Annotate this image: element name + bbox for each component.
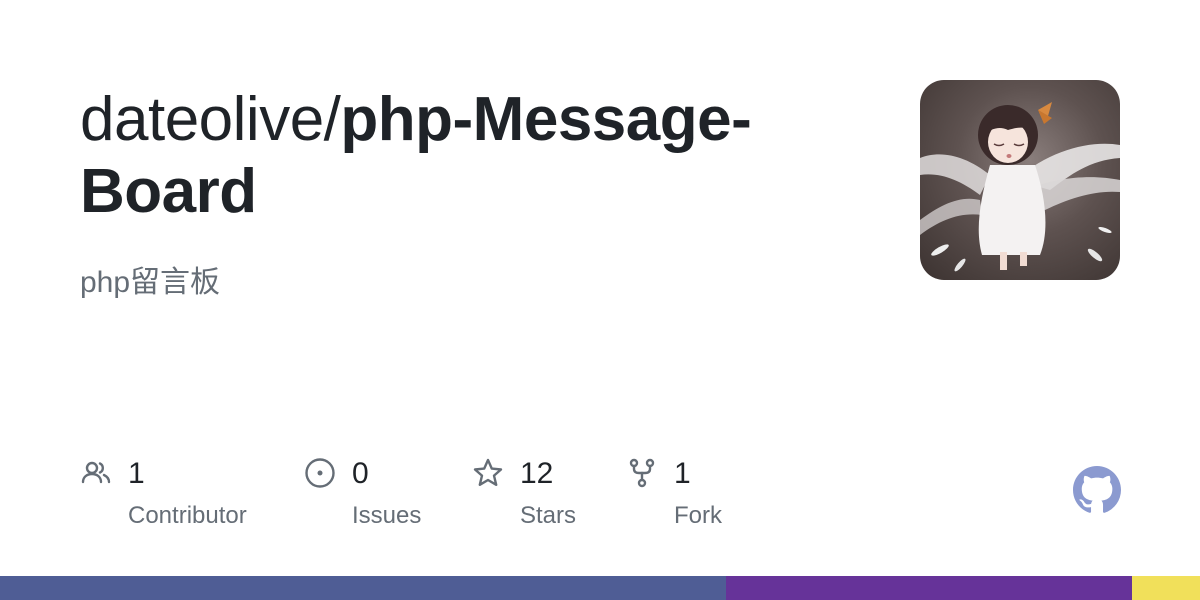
repo-description: php留言板 [80, 266, 221, 299]
issues-count: 0 [352, 457, 369, 490]
forks-count: 1 [674, 457, 691, 490]
issues-icon [304, 457, 336, 489]
star-icon [472, 457, 504, 489]
github-logo-icon[interactable] [1073, 466, 1121, 514]
issues-label: Issues [352, 502, 422, 529]
repo-title: dateolive/php-Message-Board [80, 84, 820, 228]
fork-icon [626, 457, 658, 489]
stars-count: 12 [520, 457, 554, 490]
language-segment-php [0, 576, 726, 600]
language-segment-javascript [1131, 576, 1200, 600]
stars-label: Stars [520, 502, 577, 529]
forks-label: Fork [674, 502, 722, 529]
owner-avatar[interactable] [920, 80, 1120, 280]
contributors-label: Contributor [128, 502, 247, 529]
avatar-illustration [920, 102, 1120, 272]
language-segment-css [726, 576, 1132, 600]
contributors-icon [80, 457, 112, 489]
repo-owner[interactable]: dateolive/ [80, 85, 341, 154]
language-bar [0, 576, 1200, 600]
contributors-count: 1 [128, 457, 145, 490]
